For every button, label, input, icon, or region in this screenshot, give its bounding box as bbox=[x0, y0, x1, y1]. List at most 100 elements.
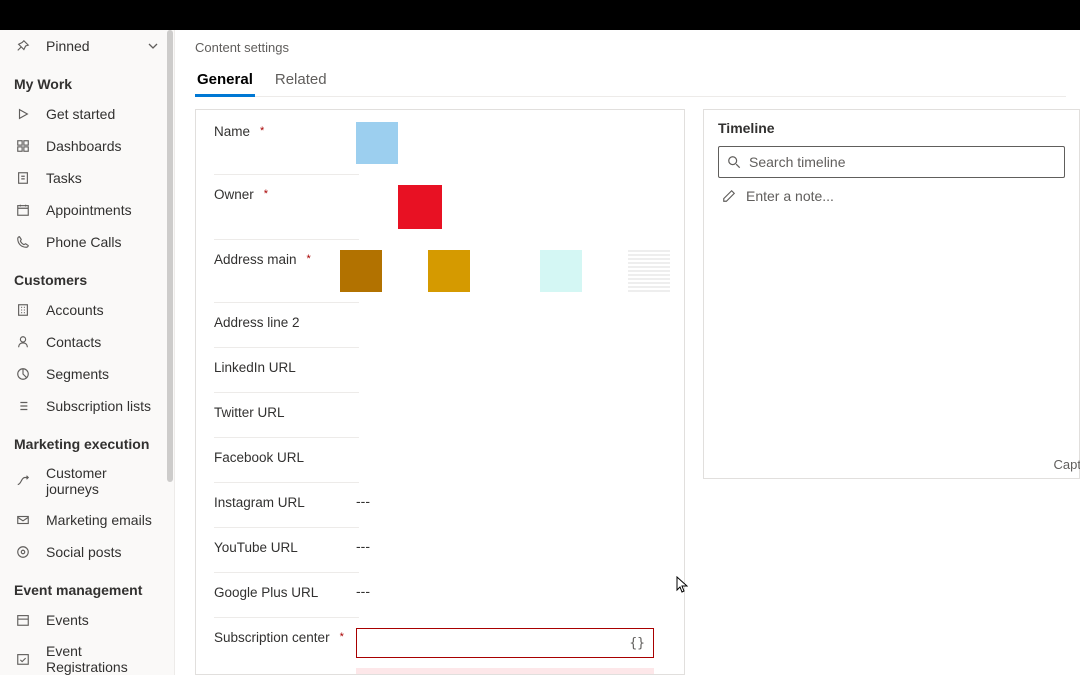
sidebar-item-label: Event Registrations bbox=[46, 643, 162, 675]
timeline-panel: Timeline Search timeline Enter a note... bbox=[703, 109, 1080, 675]
sidebar-item-label: Events bbox=[46, 612, 89, 628]
eventreg-icon bbox=[14, 650, 32, 668]
required-mark: * bbox=[307, 253, 311, 265]
segments-icon bbox=[14, 365, 32, 383]
field-value[interactable]: --- bbox=[356, 493, 670, 517]
tasks-icon bbox=[14, 169, 32, 187]
sidebar-section-header: Marketing execution bbox=[0, 422, 174, 458]
timeline-note-placeholder: Enter a note... bbox=[746, 188, 834, 204]
sidebar-item-label: Marketing emails bbox=[46, 512, 152, 528]
sidebar-item-customer-journeys[interactable]: Customer journeys bbox=[0, 458, 174, 504]
color-block bbox=[628, 250, 670, 292]
form-row-address-line-2: Address line 2 bbox=[196, 303, 684, 347]
list-icon bbox=[14, 397, 32, 415]
form-row-subscription-center: Subscription center*{}Subscription cente… bbox=[196, 618, 684, 675]
form-row-google-plus-url: Google Plus URL --- bbox=[196, 573, 684, 617]
sidebar-item-subscription-lists[interactable]: Subscription lists bbox=[0, 390, 174, 422]
form-row-facebook-url: Facebook URL bbox=[196, 438, 684, 482]
sidebar-item-social-posts[interactable]: Social posts bbox=[0, 536, 174, 568]
sidebar-item-marketing-emails[interactable]: Marketing emails bbox=[0, 504, 174, 536]
sidebar-item-events[interactable]: Events bbox=[0, 604, 174, 636]
sidebar-section-header: My Work bbox=[0, 62, 174, 98]
person-icon bbox=[14, 333, 32, 351]
play-icon bbox=[14, 105, 32, 123]
sidebar-item-label: Customer journeys bbox=[46, 465, 162, 497]
field-label: Twitter URL bbox=[214, 405, 285, 420]
field-label: Google Plus URL bbox=[214, 585, 318, 600]
field-label: Instagram URL bbox=[214, 495, 305, 510]
field-value[interactable] bbox=[356, 448, 670, 472]
sidebar-item-phone-calls[interactable]: Phone Calls bbox=[0, 226, 174, 258]
timeline-note-input[interactable]: Enter a note... bbox=[718, 178, 1065, 208]
form-row-twitter-url: Twitter URL bbox=[196, 393, 684, 437]
sidebar-item-label: Social posts bbox=[46, 544, 121, 560]
top-black-bar bbox=[0, 0, 1080, 30]
sidebar-item-dashboards[interactable]: Dashboards bbox=[0, 130, 174, 162]
field-text: --- bbox=[356, 583, 370, 599]
required-mark: * bbox=[340, 631, 344, 643]
sidebar-item-appointments[interactable]: Appointments bbox=[0, 194, 174, 226]
form-row-linkedin-url: LinkedIn URL bbox=[196, 348, 684, 392]
pencil-icon bbox=[722, 189, 736, 203]
field-label: Name bbox=[214, 124, 250, 139]
required-mark: * bbox=[260, 125, 264, 137]
form-panel: Name*Owner*Address main*Address line 2Li… bbox=[195, 109, 685, 675]
color-block bbox=[356, 122, 398, 164]
sidebar-item-contacts[interactable]: Contacts bbox=[0, 326, 174, 358]
pin-icon bbox=[14, 37, 32, 55]
sidebar-item-get-started[interactable]: Get started bbox=[0, 98, 174, 130]
field-value[interactable]: --- bbox=[356, 583, 670, 607]
sidebar-item-label: Dashboards bbox=[46, 138, 122, 154]
sidebar-item-label: Tasks bbox=[46, 170, 82, 186]
field-value[interactable] bbox=[356, 313, 670, 337]
sidebar-item-event-registrations[interactable]: Event Registrations bbox=[0, 636, 174, 675]
form-row-youtube-url: YouTube URL--- bbox=[196, 528, 684, 572]
validation-error: Subscription center: Required fields mus… bbox=[356, 668, 654, 675]
tab-general[interactable]: General bbox=[195, 61, 255, 96]
sidebar-item-accounts[interactable]: Accounts bbox=[0, 294, 174, 326]
timeline-title: Timeline bbox=[718, 120, 1065, 146]
field-value[interactable] bbox=[356, 122, 670, 164]
social-icon bbox=[14, 543, 32, 561]
timeline-box: Timeline Search timeline Enter a note... bbox=[703, 109, 1080, 479]
content-body: Name*Owner*Address main*Address line 2Li… bbox=[195, 97, 1080, 675]
sidebar-item-segments[interactable]: Segments bbox=[0, 358, 174, 390]
form-row-owner: Owner* bbox=[196, 175, 684, 239]
subscription-center-input[interactable]: {} bbox=[356, 628, 654, 658]
main-layout: Pinned My Work Get started Dashboards Tasks… bbox=[0, 30, 1080, 675]
color-block bbox=[428, 250, 470, 292]
form-row-address-main: Address main* bbox=[196, 240, 684, 302]
field-value[interactable] bbox=[356, 403, 670, 427]
building-icon bbox=[14, 301, 32, 319]
color-block bbox=[398, 185, 442, 229]
form-row-instagram-url: Instagram URL --- bbox=[196, 483, 684, 527]
sidebar-section-label: My Work bbox=[14, 76, 72, 92]
field-label: Address line 2 bbox=[214, 315, 300, 330]
field-value[interactable] bbox=[340, 250, 670, 292]
sidebar-item-label: Phone Calls bbox=[46, 234, 122, 250]
sidebar-item-tasks[interactable]: Tasks bbox=[0, 162, 174, 194]
tab-related[interactable]: Related bbox=[273, 61, 329, 96]
sidebar-item-label: Accounts bbox=[46, 302, 104, 318]
sidebar-item-label: Segments bbox=[46, 366, 109, 382]
sidebar-item-label: Contacts bbox=[46, 334, 101, 350]
field-label: Facebook URL bbox=[214, 450, 304, 465]
color-block bbox=[540, 250, 582, 292]
content-area: Content settings General Related Name*Ow… bbox=[175, 30, 1080, 675]
timeline-search[interactable]: Search timeline bbox=[718, 146, 1065, 178]
required-mark: * bbox=[264, 188, 268, 200]
event-icon bbox=[14, 611, 32, 629]
brace-placeholder: {} bbox=[629, 636, 645, 651]
field-value[interactable] bbox=[356, 358, 670, 382]
sidebar-item-label: Get started bbox=[46, 106, 115, 122]
sidebar-item-label: Subscription lists bbox=[46, 398, 151, 414]
sidebar-scrollbar[interactable] bbox=[167, 30, 173, 482]
sidebar-section-header: Customers bbox=[0, 258, 174, 294]
breadcrumb: Content settings bbox=[195, 38, 1080, 61]
timeline-caption-stub: Capt bbox=[1054, 457, 1080, 472]
sidebar-section-label: Event management bbox=[14, 582, 142, 598]
sidebar-pinned[interactable]: Pinned bbox=[0, 30, 174, 62]
field-value[interactable] bbox=[356, 185, 670, 229]
field-value[interactable]: {} Subscription center: Required fields m… bbox=[356, 628, 670, 675]
field-value[interactable]: --- bbox=[356, 538, 670, 562]
